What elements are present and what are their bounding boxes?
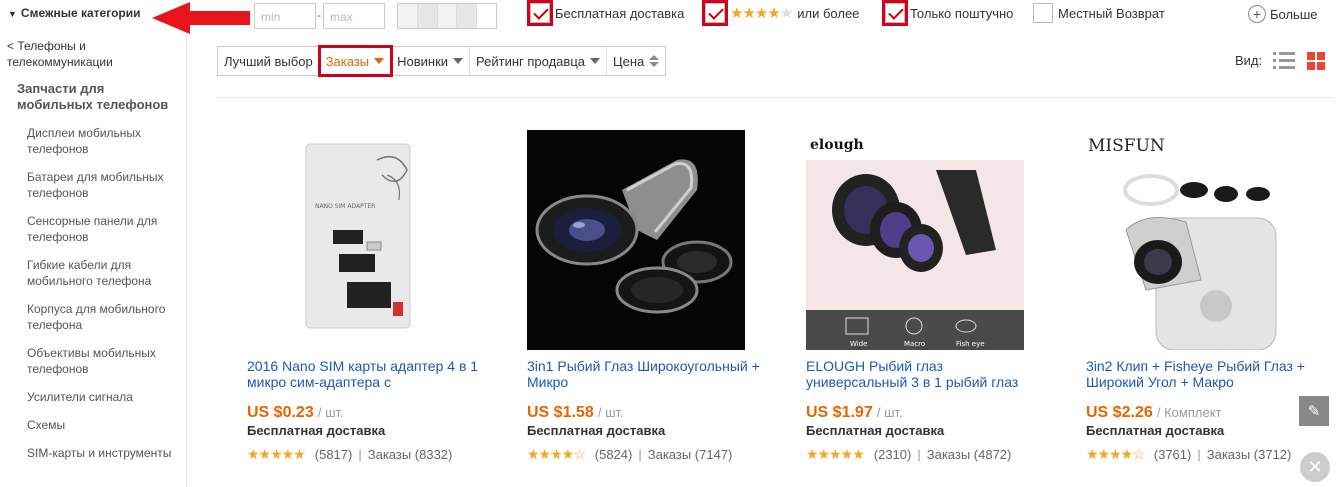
subcategory-item[interactable]: Объективы мобильных телефонов — [27, 345, 177, 389]
product-price: US $0.23 — [247, 404, 314, 421]
sort-updown-icon — [649, 55, 660, 67]
product-shipping: Бесплатная доставка — [806, 423, 945, 438]
product-unit: / шт. — [317, 405, 344, 420]
star-icon: ★★★★★ — [806, 446, 865, 462]
close-icon[interactable]: ✕ — [1300, 452, 1330, 482]
star-icon: ★ — [779, 5, 794, 22]
rating-filter[interactable]: ★★★★ ★ или более — [702, 0, 859, 26]
sort-best-match[interactable]: Лучший выбор — [218, 47, 320, 75]
free-shipping-filter[interactable]: Бесплатная доставка — [527, 0, 684, 26]
price-min-input[interactable]: min — [254, 3, 316, 29]
parent-category[interactable]: Запчасти для мобильных телефонов — [17, 81, 182, 113]
plus-circle-icon: + — [1248, 5, 1266, 23]
sort-price[interactable]: Цена — [607, 47, 665, 75]
product-orders[interactable]: Заказы (8332) — [368, 447, 453, 462]
caret-down-icon — [453, 58, 464, 64]
product-title[interactable]: ELOUGH Рыбий глаз универсальный 3 в 1 ры… — [806, 358, 1046, 392]
product-unit: / шт. — [876, 405, 903, 420]
star-icon: ★★★★☆ — [1086, 446, 1145, 462]
caret-down-icon — [374, 58, 385, 64]
check-icon[interactable] — [702, 0, 728, 26]
subcategory-item[interactable]: Сенсорные панели для телефонов — [27, 213, 177, 257]
price-dash: - — [317, 8, 321, 22]
star-icon: ★★★★☆ — [527, 446, 586, 462]
category-sidebar: ▼ Смежные категории < Телефоны и телекомм… — [0, 0, 187, 487]
single-item-filter[interactable]: Только поштучно — [882, 0, 1013, 26]
local-return-filter[interactable]: Местный Возврат — [1033, 3, 1165, 23]
related-categories-heading[interactable]: ▼ Смежные категории — [8, 6, 140, 20]
brand-logo: elough — [810, 137, 864, 153]
image-label: Fish eye — [956, 340, 985, 348]
subcategory-list: Дисплеи мобильных телефонов Батареи для … — [27, 125, 177, 461]
product-reviews[interactable]: (5824) — [595, 447, 633, 462]
product-card[interactable]: 3in1 Рыбий Глаз Широкоугольный + Микро U… — [527, 130, 767, 463]
product-image[interactable]: elough Wide Macro Fish eye — [806, 130, 1024, 350]
check-icon[interactable] — [527, 0, 553, 26]
product-title[interactable]: 3in1 Рыбий Глаз Широкоугольный + Микро — [527, 358, 767, 392]
subcategory-item[interactable]: Усилители сигнала — [27, 389, 177, 417]
view-label: Вид: — [1235, 53, 1263, 68]
subcategory-item[interactable]: Дисплеи мобильных телефонов — [27, 125, 177, 169]
product-image[interactable]: NANO SIM ADAPTER — [247, 130, 465, 350]
product-price: US $1.97 — [806, 404, 873, 421]
product-image-text: NANO SIM ADAPTER — [315, 203, 375, 210]
product-orders[interactable]: Заказы (4872) — [927, 447, 1012, 462]
product-image[interactable] — [527, 130, 745, 350]
product-shipping: Бесплатная доставка — [247, 423, 386, 438]
sort-newest[interactable]: Новинки — [391, 47, 471, 75]
product-orders[interactable]: Заказы (3712) — [1207, 447, 1292, 462]
grid-view-icon[interactable] — [1307, 52, 1325, 70]
product-unit: / Комплект — [1156, 405, 1222, 420]
checkbox[interactable] — [1033, 3, 1053, 23]
product-title[interactable]: 2016 Nano SIM карты адаптер 4 в 1 микро … — [247, 358, 487, 392]
product-image[interactable]: MISFUN — [1086, 130, 1304, 350]
subcategory-item[interactable]: Батареи для мобильных телефонов — [27, 169, 177, 213]
price-max-input[interactable]: max — [323, 3, 385, 29]
list-view-icon[interactable] — [1273, 52, 1295, 70]
sort-orders[interactable]: Заказы — [317, 45, 394, 77]
product-title[interactable]: 3in2 Клип + Fisheye Рыбий Глаз + Широкий… — [1086, 358, 1326, 392]
divider — [217, 97, 1334, 98]
brand-logo: MISFUN — [1088, 136, 1165, 156]
more-filters-button[interactable]: + Больше — [1248, 5, 1318, 23]
back-category-link[interactable]: < Телефоны и телекоммуникации — [7, 38, 177, 70]
edit-icon[interactable]: ✎ — [1299, 396, 1329, 426]
product-card[interactable]: elough Wide Macro Fish eye ELOUGH Рыбий … — [806, 130, 1046, 463]
price-range-swatches[interactable] — [397, 3, 497, 29]
subcategory-item[interactable]: Схемы — [27, 417, 177, 445]
product-shipping: Бесплатная доставка — [1086, 423, 1225, 438]
image-label: Macro — [904, 340, 925, 348]
product-price: US $1.58 — [527, 404, 594, 421]
star-icon: ★★★★★ — [247, 446, 306, 462]
sort-seller-rating[interactable]: Рейтинг продавца — [470, 47, 607, 75]
product-shipping: Бесплатная доставка — [527, 423, 666, 438]
subcategory-item[interactable]: Корпуса для мобильного телефона — [27, 301, 177, 345]
product-orders[interactable]: Заказы (7147) — [648, 447, 733, 462]
product-reviews[interactable]: (5817) — [315, 447, 353, 462]
product-card[interactable]: NANO SIM ADAPTER 2016 Nano SIM карты ада… — [247, 130, 487, 463]
caret-down-icon — [590, 58, 600, 64]
check-icon[interactable] — [882, 0, 908, 26]
product-card[interactable]: MISFUN 3in2 Клип + Fisheye Рыбий Глаз + … — [1086, 130, 1326, 463]
product-reviews[interactable]: (3761) — [1154, 447, 1192, 462]
product-unit: / шт. — [597, 405, 624, 420]
star-icon: ★★★★ — [730, 5, 781, 22]
image-label: Wide — [850, 340, 867, 348]
sort-bar: Лучший выбор Заказы Новинки Рейтинг прод… — [217, 45, 667, 77]
annotation-arrow-icon — [152, 2, 250, 34]
product-price: US $2.26 — [1086, 404, 1153, 421]
subcategory-item[interactable]: SIM-карты и инструменты — [27, 445, 177, 461]
product-reviews[interactable]: (2310) — [874, 447, 912, 462]
subcategory-item[interactable]: Гибкие кабели для мобильного телефона — [27, 257, 177, 301]
triangle-down-icon: ▼ — [8, 9, 17, 19]
